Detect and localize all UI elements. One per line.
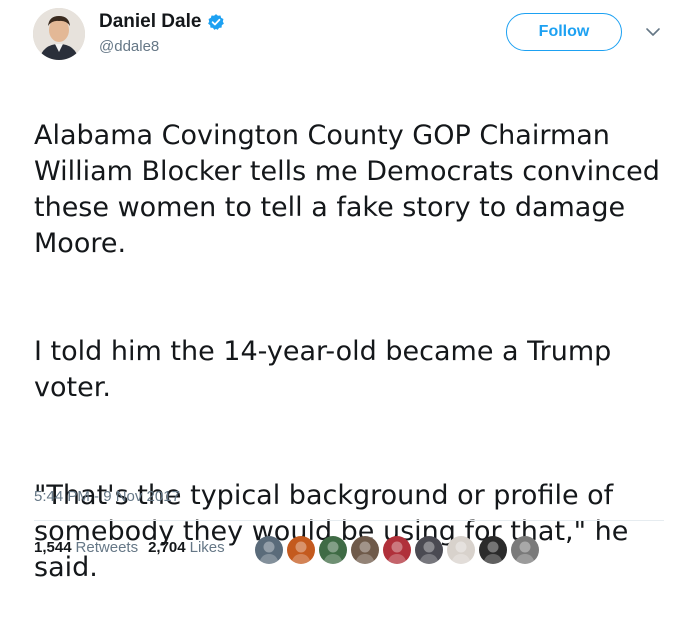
liker-avatar-4[interactable] (351, 536, 379, 564)
liker-avatar-9[interactable] (511, 536, 539, 564)
likes-label: Likes (189, 539, 225, 556)
author-handle[interactable]: @ddale8 (99, 38, 159, 55)
follow-button[interactable]: Follow (506, 13, 622, 51)
divider (34, 520, 664, 521)
profile-photo-icon (33, 8, 85, 60)
verified-badge-icon (208, 14, 225, 30)
liker-avatar-7[interactable] (447, 536, 475, 564)
chevron-down-icon[interactable] (645, 26, 661, 38)
retweets-stat[interactable]: 1,544 Retweets (34, 539, 138, 556)
liker-avatar-5[interactable] (383, 536, 411, 564)
tweet-paragraph: Alabama Covington County GOP Chairman Wi… (34, 120, 660, 259)
likes-stat[interactable]: 2,704 Likes (148, 539, 225, 556)
author-avatar[interactable] (33, 8, 85, 60)
tweet-header: Daniel Dale @ddale8 Follow (0, 0, 700, 80)
author-name-row: Daniel Dale (99, 11, 225, 33)
tweet-stats: 1,544 Retweets 2,704 Likes (34, 539, 225, 556)
liker-avatars (255, 536, 539, 564)
tweet-timestamp[interactable]: 5:44 PM - 9 Nov 2017 (34, 488, 180, 505)
retweets-count: 1,544 (34, 539, 72, 556)
liker-avatar-6[interactable] (415, 536, 443, 564)
liker-avatar-1[interactable] (255, 536, 283, 564)
liker-avatar-3[interactable] (319, 536, 347, 564)
liker-avatar-8[interactable] (479, 536, 507, 564)
tweet-paragraph: I told him the 14-year-old became a Trum… (34, 336, 612, 403)
author-display-name[interactable]: Daniel Dale (99, 11, 201, 33)
retweets-label: Retweets (75, 539, 139, 556)
liker-avatar-2[interactable] (287, 536, 315, 564)
likes-count: 2,704 (148, 539, 186, 556)
